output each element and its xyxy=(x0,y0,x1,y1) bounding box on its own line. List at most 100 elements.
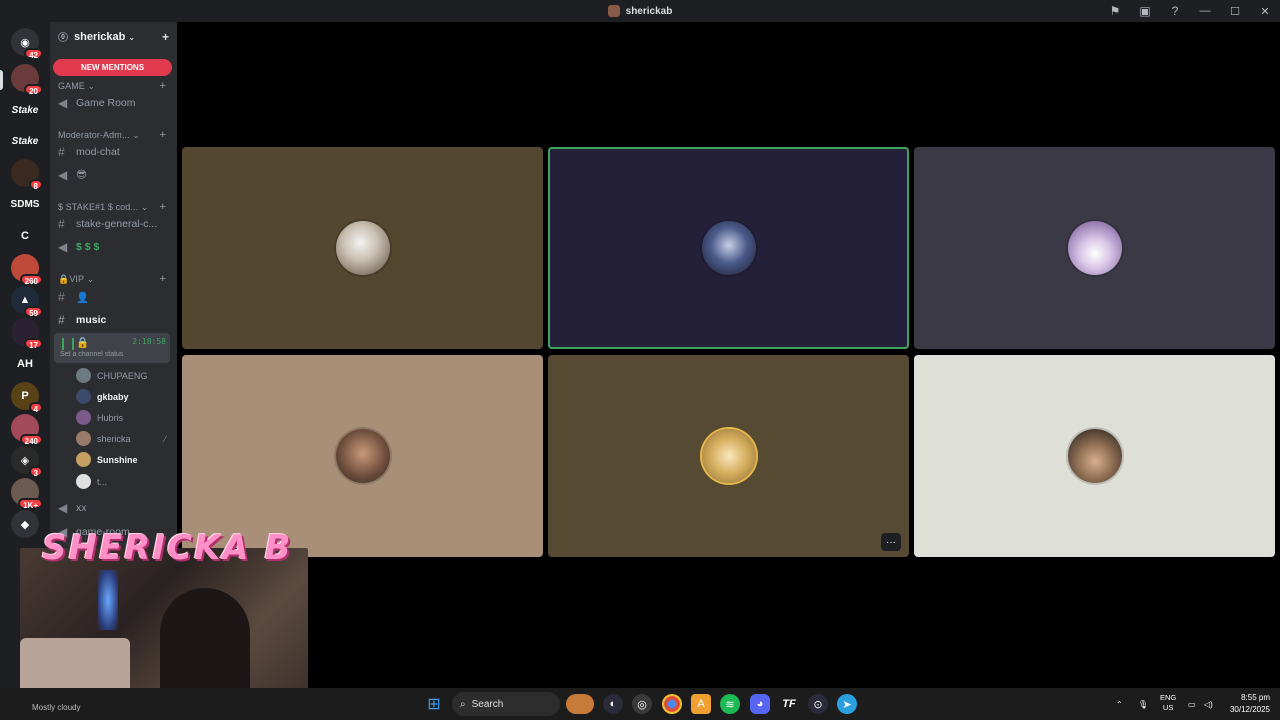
avatar xyxy=(335,429,390,483)
server-icon-c[interactable]: C xyxy=(11,222,39,250)
help-icon[interactable]: ? xyxy=(1160,0,1190,22)
app-icon[interactable]: ⊙ xyxy=(808,694,828,714)
participant-tile[interactable] xyxy=(914,355,1275,557)
minimize-button[interactable]: — xyxy=(1190,0,1220,22)
mention-badge: 59 xyxy=(24,306,43,318)
server-icon-stake-2[interactable]: Stake xyxy=(11,127,39,155)
server-boost-icon: 0 xyxy=(58,32,68,42)
avatar xyxy=(335,221,390,275)
participant-tile[interactable]: ··· xyxy=(548,355,909,557)
app-icon[interactable]: ◐ xyxy=(603,694,623,714)
avatar xyxy=(701,221,756,275)
server-icon[interactable]: ◈ 3 xyxy=(11,446,43,478)
channel-vip-text[interactable]: # 👤 xyxy=(58,287,170,307)
add-channel-icon[interactable]: + xyxy=(159,80,166,92)
widgets-icon[interactable] xyxy=(566,694,594,714)
weather-widget[interactable]: Mostly cloudy xyxy=(32,703,80,712)
voice-user[interactable]: CHUPAENG xyxy=(76,366,166,385)
chevron-down-icon: ⌄ xyxy=(128,32,136,42)
inbox-icon[interactable]: ⚑ xyxy=(1100,0,1130,22)
microphone-icon[interactable]: 🎙 xyxy=(1138,688,1148,720)
channel-dollars[interactable]: ◀ $ $ $ xyxy=(58,237,170,257)
hash-icon: # xyxy=(58,217,65,231)
avatar xyxy=(1067,221,1122,275)
new-mentions-button[interactable]: NEW MENTIONS xyxy=(53,59,172,76)
server-icon[interactable]: 20 xyxy=(11,64,43,96)
voice-user[interactable]: Hubris xyxy=(76,408,166,427)
channel-mod-chat[interactable]: # mod-chat xyxy=(58,142,170,162)
lamp-light xyxy=(98,570,118,630)
server-icon[interactable]: 17 xyxy=(11,318,43,350)
server-icon-stake[interactable]: Stake xyxy=(11,96,39,124)
app-icon[interactable]: TF xyxy=(779,694,799,714)
channel-xx[interactable]: ◀ xx xyxy=(58,498,170,518)
clock[interactable]: 8:55 pm 30/12/2025 xyxy=(1230,692,1270,716)
maximize-button[interactable]: ☐ xyxy=(1220,0,1250,22)
tray-overflow-icon[interactable]: ⌃ xyxy=(1116,688,1123,720)
direct-messages-icon[interactable]: ◉ 42 xyxy=(11,28,43,60)
voice-user[interactable]: gkbaby xyxy=(76,387,166,406)
voice-user[interactable]: shericka ⁄ xyxy=(76,429,166,448)
participant-tile-speaking[interactable] xyxy=(548,147,909,349)
channel-music[interactable]: # music xyxy=(58,310,170,330)
window-title: sherickab xyxy=(607,5,673,17)
category-moderator[interactable]: Moderator-Adm... ⌄ + xyxy=(58,129,166,141)
stream-webcam-overlay: SHERICKA B xyxy=(20,528,310,708)
hash-icon: # xyxy=(58,290,65,304)
category-stake[interactable]: $ STAKE#1 $ cod... ⌄ + xyxy=(58,201,166,213)
server-icon[interactable]: 240 xyxy=(11,414,43,446)
server-icon[interactable]: P4 xyxy=(11,382,43,414)
channel-status[interactable]: Set a channel status xyxy=(60,351,123,358)
server-icon-ah[interactable]: AH xyxy=(11,350,39,378)
avatar xyxy=(76,431,91,446)
add-channel-icon[interactable]: + xyxy=(159,129,166,141)
category-vip[interactable]: 🔒 VIP ⌄ + xyxy=(58,273,166,285)
mention-badge: 3 xyxy=(28,466,43,478)
mention-badge: 8 xyxy=(28,179,43,191)
more-options-button[interactable]: ··· xyxy=(881,533,901,551)
window-title-text: sherickab xyxy=(625,5,673,17)
channel-game-room[interactable]: ◀ Game Room xyxy=(58,93,170,113)
participant-tile[interactable] xyxy=(914,147,1275,349)
server-icon[interactable]: ▲ 59 xyxy=(11,286,43,318)
participant-tile[interactable] xyxy=(182,147,543,349)
category-game[interactable]: GAME ⌄ + xyxy=(58,80,166,92)
active-voice-channel[interactable]: ❙❙ 🔒 2:18:58 Set a channel status xyxy=(54,333,170,363)
chrome-icon[interactable] xyxy=(662,694,682,714)
video-grid: ··· xyxy=(178,22,1280,688)
discord-icon[interactable]: ◕ xyxy=(750,694,770,714)
volume-icon[interactable]: ◁) xyxy=(1204,688,1213,720)
server-header[interactable]: 0 sherickab ⌄ + xyxy=(50,22,177,52)
voice-user[interactable]: t... xyxy=(76,472,166,491)
windows-start-icon[interactable]: ⊞ xyxy=(424,694,444,714)
mute-icon: ⁄ xyxy=(164,433,166,444)
add-channel-icon[interactable]: + xyxy=(159,201,166,213)
voice-active-icon: ❙❙ xyxy=(58,336,79,350)
voice-channel-icon: ◀ xyxy=(58,240,68,254)
participant-tile[interactable] xyxy=(182,355,543,557)
server-icon[interactable]: 8 xyxy=(11,159,43,191)
server-icon[interactable]: 260 xyxy=(11,254,43,286)
language-indicator[interactable]: ENG US xyxy=(1160,693,1176,713)
close-button[interactable]: ✕ xyxy=(1250,0,1280,22)
telegram-icon[interactable]: ➤ xyxy=(837,694,857,714)
avatar xyxy=(76,410,91,425)
app-icon[interactable]: A xyxy=(691,694,711,714)
server-icon-sdms[interactable]: SDMS xyxy=(11,190,40,218)
mention-badge: 42 xyxy=(24,48,43,60)
spotify-icon[interactable]: ≋ xyxy=(720,694,740,714)
avatar xyxy=(701,429,756,483)
channel-stake-general[interactable]: # stake-general-c... xyxy=(58,214,170,234)
channel-voice-emoji[interactable]: ◀ 😎 xyxy=(58,165,170,185)
voice-user[interactable]: Sunshine xyxy=(76,450,166,469)
app-icon[interactable]: ◎ xyxy=(632,694,652,714)
network-icon[interactable]: ▭ xyxy=(1188,688,1196,720)
server-icon[interactable]: 1K+ xyxy=(11,478,43,510)
add-user-icon[interactable]: + xyxy=(162,30,169,44)
lock-icon: 🔒 xyxy=(58,273,70,284)
screen-share-icon[interactable]: ▣ xyxy=(1130,0,1160,22)
voice-timer: 2:18:58 xyxy=(132,337,166,346)
taskbar-search[interactable]: ⌕ Search xyxy=(452,692,560,716)
mention-badge: 1K+ xyxy=(18,498,43,510)
add-channel-icon[interactable]: + xyxy=(159,273,166,285)
